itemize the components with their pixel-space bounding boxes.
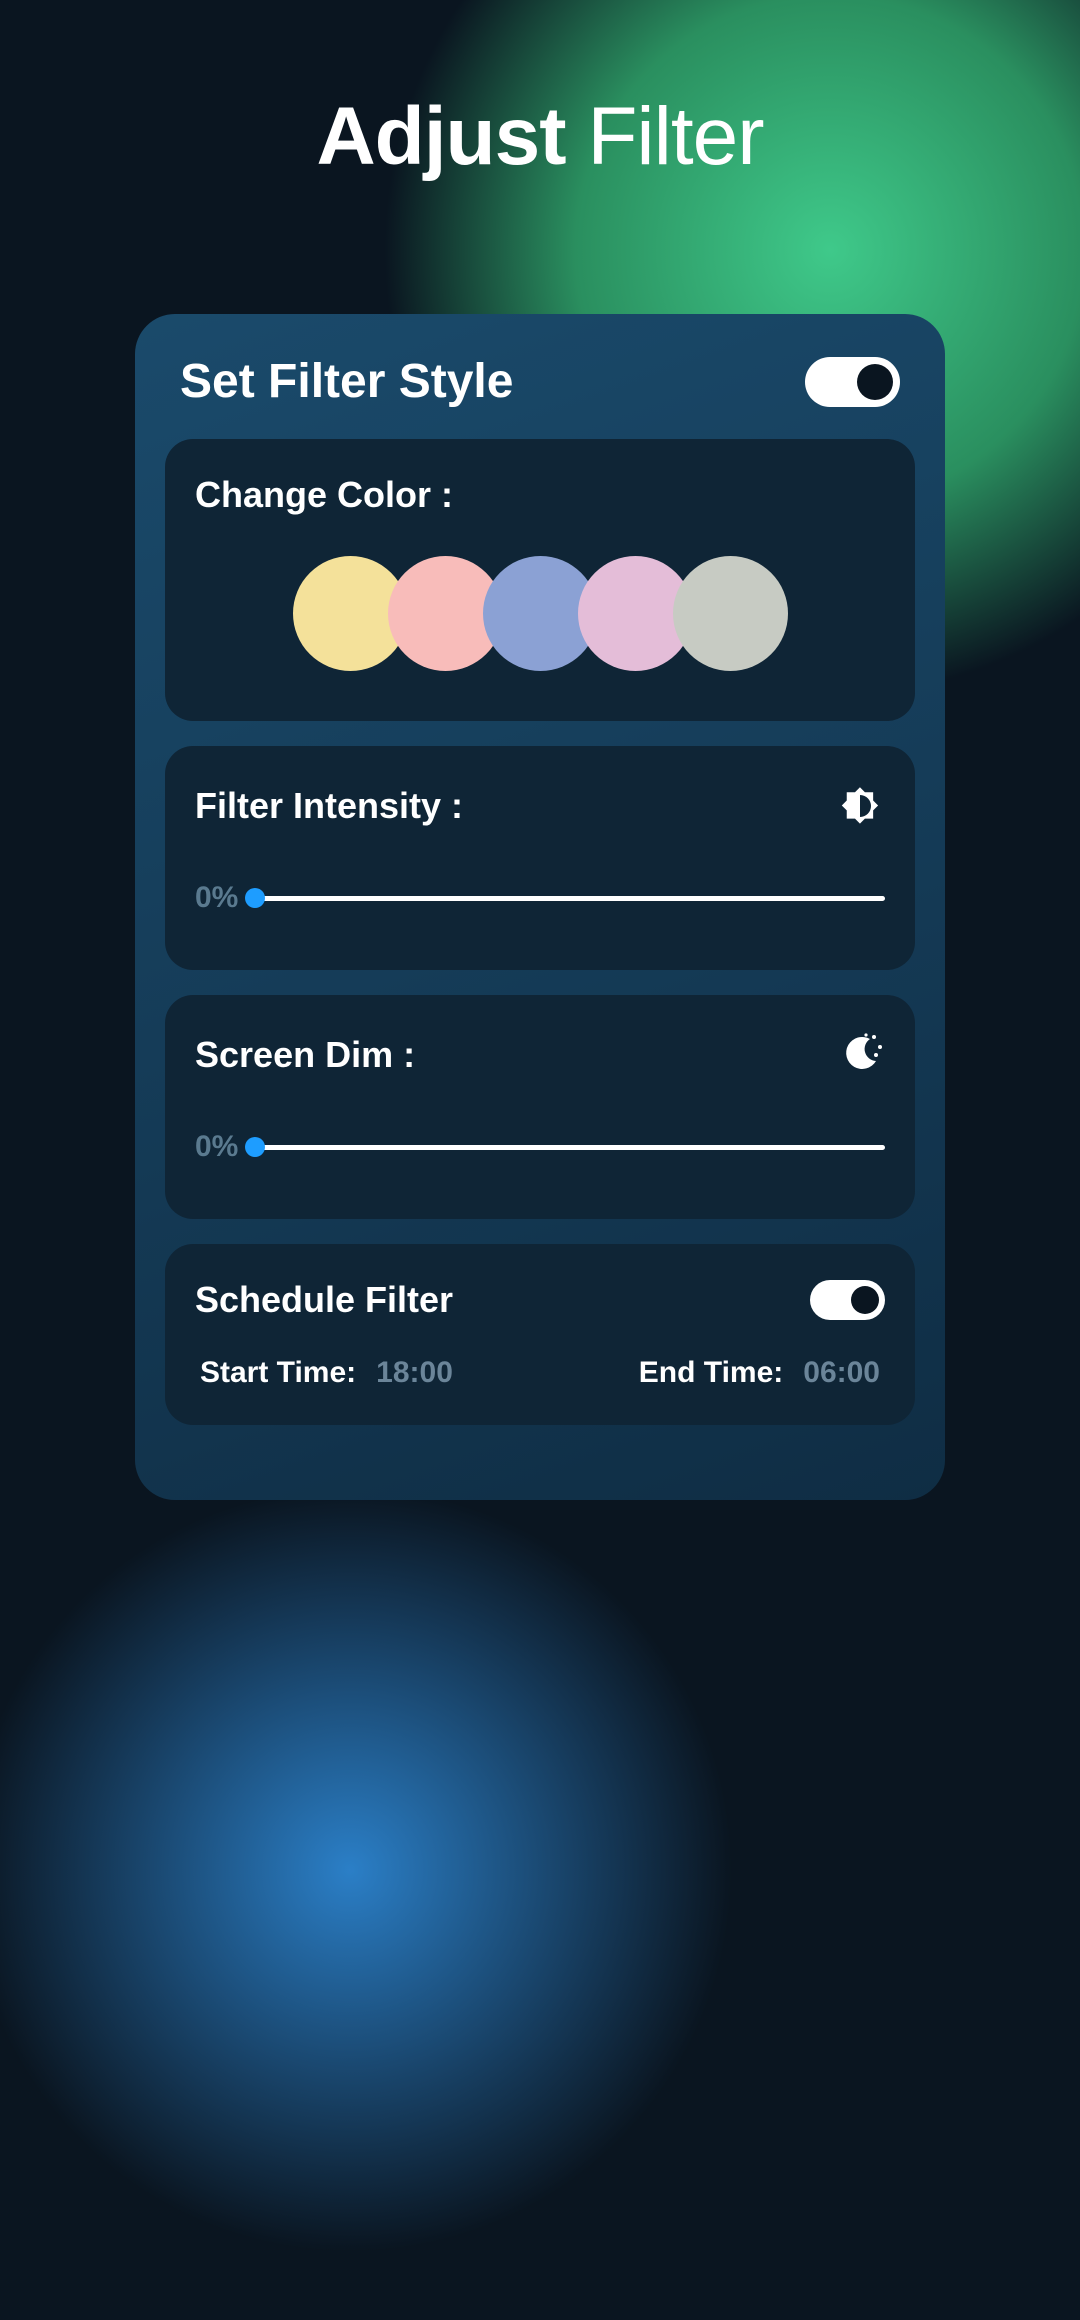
filter-style-toggle[interactable]: [805, 357, 900, 407]
end-time-value: 06:00: [803, 1356, 880, 1390]
title-light: Filter: [587, 91, 763, 182]
filter-intensity-card: Filter Intensity : 0%: [165, 746, 915, 970]
intensity-slider[interactable]: [255, 896, 885, 901]
change-color-label: Change Color :: [195, 474, 885, 516]
slider-thumb: [245, 888, 265, 908]
slider-thumb: [245, 1137, 265, 1157]
schedule-filter-card: Schedule Filter Start Time: 18:00 End Ti…: [165, 1244, 915, 1425]
toggle-knob: [857, 364, 893, 400]
end-time-label: End Time:: [639, 1356, 783, 1390]
page-title: Adjust Filter: [0, 0, 1080, 184]
filter-intensity-label: Filter Intensity :: [195, 785, 463, 827]
settings-panel: Set Filter Style Change Color : Filter I…: [135, 314, 945, 1500]
panel-header: Set Filter Style: [165, 354, 915, 439]
change-color-card: Change Color :: [165, 439, 915, 721]
start-time-value: 18:00: [376, 1356, 453, 1390]
schedule-toggle[interactable]: [810, 1280, 885, 1320]
end-time-block[interactable]: End Time: 06:00: [639, 1356, 880, 1390]
start-time-label: Start Time:: [200, 1356, 356, 1390]
screen-dim-card: Screen Dim : 0%: [165, 995, 915, 1219]
color-swatch-row: [195, 556, 885, 686]
toggle-knob: [851, 1286, 879, 1314]
color-swatch-4[interactable]: [673, 556, 788, 671]
moon-icon: [835, 1030, 885, 1080]
schedule-label: Schedule Filter: [195, 1279, 453, 1321]
bg-decoration-blue: [0, 1420, 800, 2320]
panel-title: Set Filter Style: [180, 354, 513, 409]
screen-dim-label: Screen Dim :: [195, 1034, 415, 1076]
dim-slider[interactable]: [255, 1145, 885, 1150]
brightness-icon: [835, 781, 885, 831]
title-bold: Adjust: [316, 91, 565, 182]
start-time-block[interactable]: Start Time: 18:00: [200, 1356, 453, 1390]
